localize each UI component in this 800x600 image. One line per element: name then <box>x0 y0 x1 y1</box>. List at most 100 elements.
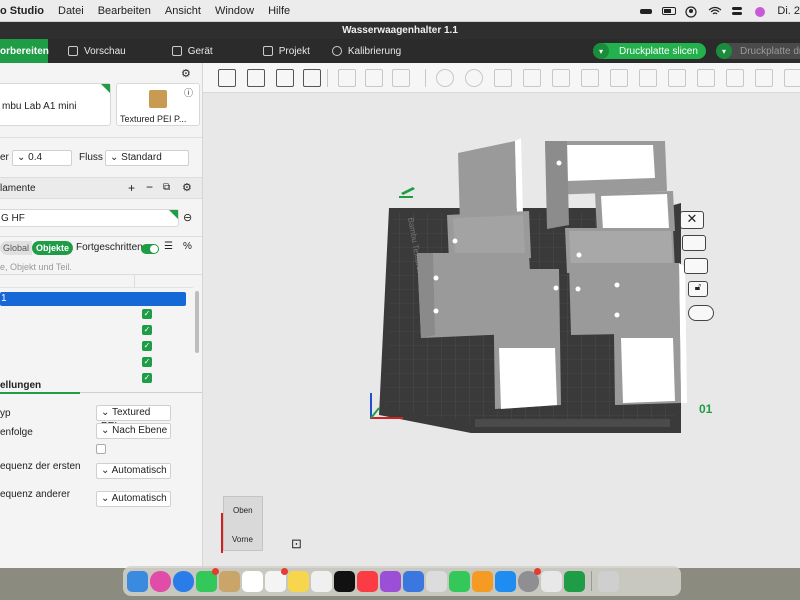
menu-datei[interactable]: Datei <box>58 5 84 17</box>
cut-icon[interactable] <box>552 69 570 87</box>
print-sequence-select[interactable]: ⌄ Nach Ebene <box>96 423 171 439</box>
plate-card[interactable]: ⓘ Textured PEI P... ⌄ <box>116 83 200 126</box>
place-on-face-icon[interactable] <box>523 69 541 87</box>
menu-window[interactable]: Window <box>215 5 254 17</box>
object-list-scrollbar[interactable] <box>195 291 199 353</box>
print-plate-button[interactable]: ▾ Druckplatte dr <box>716 43 800 59</box>
tab-prepare[interactable]: orbereiten <box>0 39 49 63</box>
view-cube[interactable]: Oben Vorne <box>223 496 263 551</box>
preview-icon[interactable] <box>426 570 447 592</box>
app-store-icon[interactable] <box>495 570 516 592</box>
chevron-down-icon[interactable]: ▾ <box>716 43 732 59</box>
chevron-down-icon[interactable]: ▾ <box>593 43 609 59</box>
color-paint-icon[interactable] <box>755 69 773 87</box>
percent-icon[interactable]: % <box>183 241 192 252</box>
grid-icon[interactable] <box>247 69 265 87</box>
object-search-input[interactable]: e, Objekt und Teil. <box>0 262 72 272</box>
excel-icon[interactable] <box>564 570 585 592</box>
rotate-icon[interactable] <box>465 69 483 87</box>
object-visible-checkbox[interactable]: ✓ <box>142 309 152 319</box>
delete-icon[interactable] <box>392 69 410 87</box>
boolean-icon[interactable] <box>581 69 599 87</box>
reminders-icon[interactable] <box>265 567 288 592</box>
keynote-icon[interactable] <box>403 570 424 592</box>
support-paint-icon[interactable] <box>610 69 628 87</box>
system-settings-icon[interactable] <box>518 567 541 592</box>
first-layer-sequence-select[interactable]: ⌄ Automatisch <box>96 463 171 479</box>
plate-layout-icon[interactable] <box>303 69 321 87</box>
object-visible-checkbox[interactable]: ✓ <box>142 341 152 351</box>
car-icon[interactable] <box>639 6 653 16</box>
measure-icon[interactable] <box>697 69 715 87</box>
menu-app-name[interactable]: o Studio <box>0 5 44 17</box>
user-icon[interactable] <box>685 6 699 18</box>
freeform-icon[interactable] <box>311 570 332 592</box>
zoom-fit-icon[interactable]: ⊡ <box>291 536 302 552</box>
other-layers-sequence-select[interactable]: ⌄ Automatisch <box>96 491 171 507</box>
view-cube-top[interactable]: Oben <box>233 506 253 515</box>
list-icon[interactable]: ☰ <box>164 241 173 252</box>
calculator-icon[interactable] <box>541 570 562 592</box>
copy-icon[interactable] <box>338 69 356 87</box>
clock[interactable]: Di. 2 <box>777 5 800 17</box>
filament-item[interactable]: G HF <box>0 209 179 227</box>
podcasts-icon[interactable] <box>380 570 401 592</box>
menu-ansicht[interactable]: Ansicht <box>165 5 201 17</box>
music-icon[interactable] <box>357 570 378 592</box>
safari-icon[interactable] <box>173 570 194 592</box>
orient-icon[interactable] <box>276 69 294 87</box>
tab-preview[interactable]: Vorschau <box>54 39 140 63</box>
text-icon[interactable] <box>668 69 686 87</box>
sync-icon[interactable]: ⧉ <box>163 182 170 193</box>
arrange-icon[interactable] <box>682 235 706 251</box>
tab-project[interactable]: Projekt <box>249 39 324 63</box>
minus-circle-icon[interactable]: ⊖ <box>183 211 192 224</box>
scope-global[interactable]: Global <box>0 241 33 255</box>
bambu-studio-icon[interactable] <box>219 570 240 592</box>
wifi-icon[interactable] <box>708 6 722 16</box>
plate-settings-icon[interactable] <box>684 258 708 274</box>
info-icon[interactable]: ⓘ <box>184 86 193 99</box>
close-icon[interactable]: ✕ <box>680 211 704 229</box>
tab-calibration[interactable]: Kalibrierung <box>318 39 415 63</box>
menu-bearbeiten[interactable]: Bearbeiten <box>98 5 151 17</box>
option-checkbox[interactable] <box>96 444 106 454</box>
plate-type-select[interactable]: ⌄ Textured PEI... <box>96 405 171 432</box>
battery-icon[interactable] <box>662 6 677 16</box>
view-cube-front[interactable]: Vorne <box>232 535 253 544</box>
auto-orient-icon[interactable] <box>688 305 714 321</box>
gear-icon[interactable]: ⚙ <box>182 181 192 194</box>
finder-icon[interactable] <box>127 570 148 592</box>
control-center-icon[interactable] <box>731 6 745 16</box>
3d-viewport[interactable]: Bambu Textured PEI Plate 01 <box>203 93 800 568</box>
facetime-icon[interactable] <box>196 567 219 592</box>
scope-switch[interactable]: Global Objekte <box>0 241 74 255</box>
apple-tv-icon[interactable] <box>334 570 355 592</box>
tab-device[interactable]: Gerät <box>158 39 227 63</box>
move-icon[interactable] <box>436 69 454 87</box>
trash-icon[interactable] <box>598 570 619 592</box>
siri-icon[interactable] <box>754 6 768 17</box>
pages-icon[interactable] <box>472 570 493 592</box>
assembly-icon[interactable] <box>726 69 744 87</box>
seam-paint-icon[interactable] <box>639 69 657 87</box>
calendar-icon[interactable] <box>242 570 263 592</box>
add-icon[interactable]: + <box>128 181 135 195</box>
scope-objects[interactable]: Objekte <box>32 241 74 255</box>
scale-icon[interactable] <box>494 69 512 87</box>
slice-plate-button[interactable]: ▾ Druckplatte slicen <box>593 43 706 59</box>
printer-card[interactable]: mbu Lab A1 mini <box>0 83 111 126</box>
numbers-icon[interactable] <box>449 570 470 592</box>
build-plate-scene[interactable]: Bambu Textured PEI Plate 01 <box>203 93 800 568</box>
nozzle-select[interactable]: ⌄ 0.4 <box>12 150 72 166</box>
menu-hilfe[interactable]: Hilfe <box>268 5 290 17</box>
more-icon[interactable] <box>784 69 800 87</box>
launchpad-icon[interactable] <box>150 570 171 592</box>
notes-icon[interactable] <box>288 570 309 592</box>
object-visible-checkbox[interactable]: ✓ <box>142 325 152 335</box>
gear-icon[interactable]: ⚙ <box>181 67 191 80</box>
object-visible-checkbox[interactable]: ✓ <box>142 357 152 367</box>
remove-icon[interactable]: − <box>146 180 153 194</box>
advanced-toggle[interactable] <box>141 244 159 254</box>
paste-icon[interactable] <box>365 69 383 87</box>
